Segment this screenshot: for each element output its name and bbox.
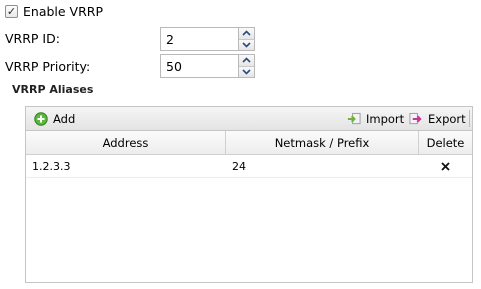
grid-header: Address Netmask / Prefix Delete: [26, 131, 472, 155]
address-cell[interactable]: 1.2.3.3: [26, 155, 226, 177]
delete-row-button[interactable]: [419, 155, 472, 177]
export-label: Export: [428, 111, 466, 126]
vrrp-priority-increment-button[interactable]: [239, 55, 254, 66]
vrrp-id-increment-button[interactable]: [239, 28, 254, 39]
export-icon: [409, 112, 423, 126]
toolbar-separator: [469, 110, 470, 127]
add-icon: [34, 111, 48, 126]
chevron-up-icon: [242, 30, 251, 36]
vrrp-id-label: VRRP ID:: [5, 31, 60, 46]
vrrp-aliases-title: VRRP Aliases: [12, 83, 94, 96]
vrrp-priority-decrement-button[interactable]: [239, 65, 254, 77]
netmask-cell[interactable]: 24: [226, 155, 419, 177]
vrrp-id-decrement-button[interactable]: [239, 38, 254, 50]
export-button[interactable]: Export: [406, 108, 469, 130]
enable-vrrp-checkbox[interactable]: ✓: [5, 4, 18, 18]
aliases-toolbar: Add Import Export: [26, 107, 472, 131]
vrrp-priority-spinner[interactable]: 50: [160, 54, 255, 78]
column-header-netmask[interactable]: Netmask / Prefix: [226, 131, 419, 155]
vrrp-id-input[interactable]: 2: [160, 27, 238, 51]
import-icon: [347, 112, 361, 126]
add-alias-button[interactable]: Add: [31, 108, 78, 130]
column-header-delete[interactable]: Delete: [419, 131, 472, 155]
import-label: Import: [366, 111, 405, 126]
column-header-address[interactable]: Address: [26, 131, 226, 155]
table-row[interactable]: 1.2.3.3 24: [26, 155, 472, 178]
add-alias-label: Add: [53, 111, 76, 126]
chevron-down-icon: [242, 42, 251, 48]
vrrp-aliases-grid: Add Import Export Address Netmask / Pref…: [25, 106, 473, 283]
vrrp-priority-label: VRRP Priority:: [5, 59, 91, 74]
chevron-down-icon: [242, 69, 251, 75]
vrrp-priority-input[interactable]: 50: [160, 54, 238, 78]
delete-icon: [441, 161, 450, 171]
chevron-up-icon: [242, 57, 251, 63]
vrrp-id-spinner[interactable]: 2: [160, 27, 255, 51]
vrrp-settings-form: ✓ Enable VRRP VRRP ID: 2 VRRP Priority: …: [0, 0, 481, 289]
enable-vrrp-label: Enable VRRP: [23, 3, 104, 19]
enable-vrrp-row[interactable]: ✓ Enable VRRP: [5, 3, 103, 19]
import-button[interactable]: Import: [344, 108, 407, 130]
